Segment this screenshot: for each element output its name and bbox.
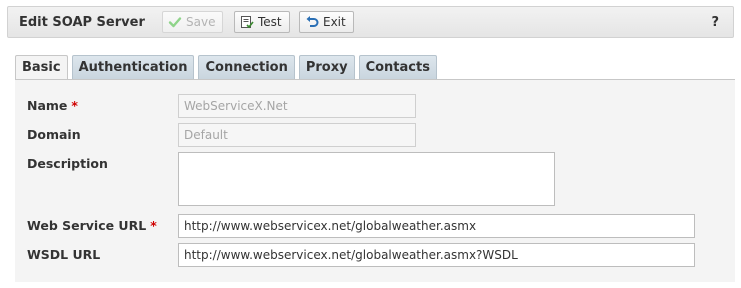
domain-label: Domain (27, 127, 81, 142)
description-label: Description (27, 156, 108, 171)
check-icon (168, 15, 182, 29)
web-service-url-label: Web Service URL * (27, 218, 157, 233)
tab-contacts[interactable]: Contacts (358, 55, 437, 79)
required-marker: * (150, 218, 157, 233)
name-field[interactable] (178, 94, 416, 118)
domain-field[interactable] (178, 123, 416, 147)
page-title: Edit SOAP Server (19, 15, 145, 30)
tab-basic[interactable]: Basic (15, 55, 68, 80)
save-button-label: Save (186, 15, 216, 29)
exit-arrow-icon (305, 15, 319, 29)
web-service-url-field[interactable] (178, 214, 695, 238)
description-field[interactable] (178, 152, 555, 206)
name-label: Name * (27, 98, 78, 113)
toolbar: Edit SOAP Server Save Test Exit ? (7, 6, 734, 38)
wsdl-url-label: WSDL URL (27, 247, 101, 262)
test-document-icon (240, 15, 254, 29)
test-button[interactable]: Test (234, 11, 290, 33)
save-button[interactable]: Save (162, 11, 224, 33)
required-marker: * (71, 98, 78, 113)
test-button-label: Test (258, 15, 282, 29)
tab-proxy[interactable]: Proxy (298, 55, 355, 79)
tab-bar: Basic Authentication Connection Proxy Co… (15, 55, 437, 80)
basic-form-panel: Name* Domain Description Web Service URL… (15, 79, 735, 282)
exit-button-label: Exit (323, 15, 346, 29)
tab-authentication[interactable]: Authentication (71, 55, 195, 79)
wsdl-url-field[interactable] (178, 243, 695, 267)
tab-connection[interactable]: Connection (198, 55, 295, 79)
exit-button[interactable]: Exit (299, 11, 354, 33)
help-button[interactable]: ? (711, 15, 719, 30)
